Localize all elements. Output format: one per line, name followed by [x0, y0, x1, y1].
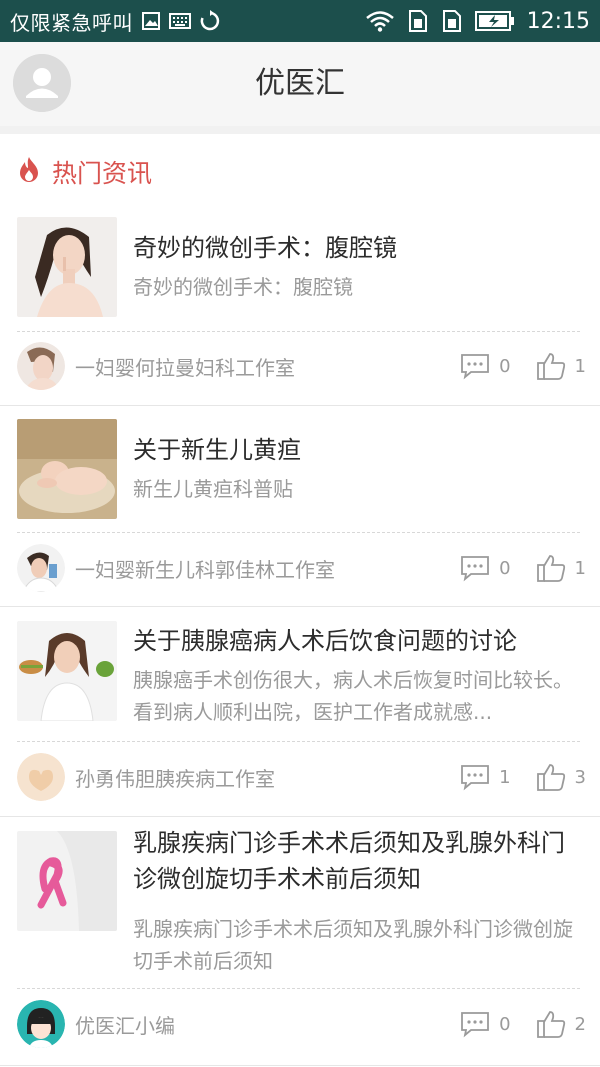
comment-icon	[461, 765, 489, 791]
divider	[0, 126, 600, 134]
sim-card-icon	[441, 9, 463, 33]
comment-number: 0	[499, 557, 511, 579]
carrier-text: 仅限紧急呼叫	[10, 10, 133, 35]
like-count[interactable]: 3	[535, 762, 586, 792]
divider	[17, 741, 580, 742]
article-meta: 一妇婴新生儿科郭佳林工作室 0 1	[17, 541, 586, 595]
author-name[interactable]: 一妇婴新生儿科郭佳林工作室	[75, 554, 435, 583]
author-name[interactable]: 优医汇小编	[75, 1010, 435, 1039]
app-header: 优医汇	[0, 42, 600, 127]
author-avatar[interactable]	[17, 1000, 65, 1048]
section-header: 热门资讯	[18, 150, 152, 194]
article-title: 奇妙的微创手术：腹腔镜	[133, 234, 397, 262]
status-bar: 仅限紧急呼叫 12:15	[0, 0, 600, 42]
like-number: 2	[574, 1013, 586, 1035]
article-title: 关于新生儿黄疸	[133, 436, 301, 464]
comment-number: 0	[499, 355, 511, 377]
page-title: 优医汇	[255, 66, 345, 101]
article-summary: 奇妙的微创手术：腹腔镜	[133, 275, 353, 299]
divider	[17, 988, 580, 989]
article-thumbnail	[17, 831, 117, 931]
comment-icon	[461, 556, 489, 582]
like-count[interactable]: 2	[535, 1009, 586, 1039]
like-number: 1	[574, 557, 586, 579]
article-card[interactable]: 关于胰腺癌病人术后饮食问题的讨论 胰腺癌手术创伤很大，病人术后恢复时间比较长。看…	[0, 607, 600, 817]
author-name[interactable]: 孙勇伟胆胰疾病工作室	[75, 763, 435, 792]
comment-icon	[461, 1012, 489, 1038]
keyboard-icon	[169, 13, 191, 29]
article-meta: 一妇婴何拉曼妇科工作室 0 1	[17, 339, 586, 393]
article-title: 关于胰腺癌病人术后饮食问题的讨论	[133, 627, 517, 655]
status-right: 12:15	[365, 0, 590, 42]
section-title: 热门资讯	[52, 159, 153, 188]
status-left: 仅限紧急呼叫	[10, 0, 221, 42]
author-name[interactable]: 一妇婴何拉曼妇科工作室	[75, 352, 435, 381]
thumbs-up-icon	[536, 555, 565, 582]
divider	[17, 532, 580, 533]
comment-count[interactable]: 0	[459, 352, 511, 380]
article-summary: 乳腺疾病门诊手术术后须知及乳腺外科门诊微创旋切手术前后须知	[133, 917, 573, 973]
article-feed: 奇妙的微创手术：腹腔镜 奇妙的微创手术：腹腔镜 一妇婴何拉曼妇科工作室 0 1	[0, 205, 600, 1066]
comment-number: 1	[499, 766, 511, 788]
article-meta: 优医汇小编 0 2	[17, 997, 586, 1051]
article-card[interactable]: 乳腺疾病门诊手术术后须知及乳腺外科门诊微创旋切手术术前后须知 乳腺疾病门诊手术术…	[0, 817, 600, 1066]
battery-charging-icon	[474, 10, 515, 32]
author-avatar[interactable]	[17, 544, 65, 592]
image-icon	[141, 11, 161, 31]
comment-count[interactable]: 0	[459, 1010, 511, 1038]
divider	[17, 331, 580, 332]
like-count[interactable]: 1	[535, 351, 586, 381]
thumbs-up-icon	[536, 764, 565, 791]
comment-count[interactable]: 1	[459, 763, 511, 791]
sync-icon	[199, 10, 221, 32]
article-thumbnail	[17, 621, 117, 721]
comment-icon	[461, 354, 489, 380]
article-card[interactable]: 奇妙的微创手术：腹腔镜 奇妙的微创手术：腹腔镜 一妇婴何拉曼妇科工作室 0 1	[0, 205, 600, 406]
author-avatar[interactable]	[17, 342, 65, 390]
comment-count[interactable]: 0	[459, 554, 511, 582]
article-summary: 胰腺癌手术创伤很大，病人术后恢复时间比较长。看到病人顺利出院，医护工作者成就感.…	[133, 668, 573, 724]
article-meta: 孙勇伟胆胰疾病工作室 1 3	[17, 750, 586, 804]
wifi-icon	[365, 10, 395, 32]
thumbs-up-icon	[536, 1011, 565, 1038]
thumbs-up-icon	[536, 353, 565, 380]
article-thumbnail	[17, 217, 117, 317]
clock-text: 12:15	[526, 8, 590, 34]
article-thumbnail	[17, 419, 117, 519]
like-count[interactable]: 1	[535, 553, 586, 583]
like-number: 3	[574, 766, 586, 788]
article-summary: 新生儿黄疸科普贴	[133, 477, 293, 501]
article-title: 乳腺疾病门诊手术术后须知及乳腺外科门诊微创旋切手术术前后须知	[133, 829, 565, 893]
flame-icon	[18, 156, 40, 188]
comment-number: 0	[499, 1013, 511, 1035]
like-number: 1	[574, 355, 586, 377]
sim-card-icon	[407, 9, 429, 33]
author-avatar[interactable]	[17, 753, 65, 801]
article-card[interactable]: 关于新生儿黄疸 新生儿黄疸科普贴 一妇婴新生儿科郭佳林工作室 0 1	[0, 406, 600, 607]
